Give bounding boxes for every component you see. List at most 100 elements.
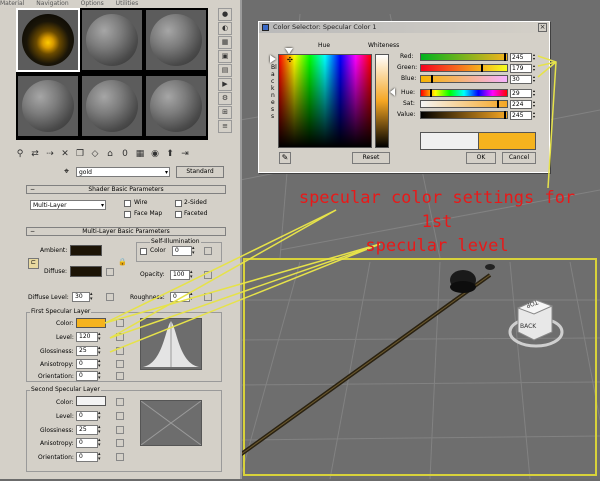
first-specular-level-map-button[interactable]	[116, 333, 124, 341]
video-color-check-icon[interactable]: ▤	[218, 64, 232, 77]
pick-material-icon[interactable]: ⌖	[64, 167, 69, 177]
lock-icon[interactable]: ⊏	[28, 258, 39, 269]
slider-blue[interactable]	[420, 75, 508, 83]
roughness-map-button[interactable]	[204, 293, 212, 301]
opacity-spinner[interactable]: 100 ▴ ▾	[170, 270, 193, 280]
backlight-icon[interactable]: ◐	[218, 22, 232, 35]
slider-thumb[interactable]	[503, 53, 506, 61]
first-glossiness-map-button[interactable]	[116, 347, 124, 355]
second-anisotropy-spinner[interactable]: 0 ▴ ▾	[76, 438, 101, 448]
material-type-button[interactable]: Standard	[176, 166, 224, 178]
get-material-icon[interactable]: ⚲	[14, 148, 26, 160]
sample-type-icon[interactable]: ●	[218, 8, 232, 21]
material-slot-5[interactable]	[82, 76, 142, 136]
spinner-arrows-icon[interactable]: ▴ ▾	[190, 270, 196, 280]
material-slot-4[interactable]	[18, 76, 78, 136]
close-icon[interactable]: ×	[538, 23, 547, 32]
roughness-spinner[interactable]: 0 ▴ ▾	[170, 292, 193, 302]
spinner-arrows-icon[interactable]: ▴ ▾	[98, 332, 104, 342]
spinner-arrows-icon[interactable]: ▴ ▾	[533, 89, 538, 98]
second-anisotropy-map-button[interactable]	[116, 439, 124, 447]
spinner-arrows-icon[interactable]: ▴ ▾	[90, 292, 96, 302]
assign-to-selection-icon[interactable]: ⇢	[44, 148, 56, 160]
material-navigator-icon[interactable]: ≡	[218, 120, 232, 133]
lock-icon[interactable]: 🔒	[118, 258, 127, 266]
material-slot-3[interactable]	[146, 10, 206, 70]
first-glossiness-spinner[interactable]: 25 ▴ ▾	[76, 346, 101, 356]
hue-blackness-picker[interactable]: ✣	[278, 54, 372, 148]
material-id-icon[interactable]: 0	[119, 148, 131, 160]
material-slot-1[interactable]	[16, 8, 80, 72]
slider-value-green[interactable]: 179	[510, 64, 532, 73]
faceted-checkbox[interactable]	[175, 211, 182, 218]
diffuse-level-spinner[interactable]: 30 ▴ ▾	[72, 292, 93, 302]
self-illum-map-button[interactable]	[204, 247, 212, 255]
spinner-arrows-icon[interactable]: ▴ ▾	[98, 371, 104, 381]
second-glossiness-spinner[interactable]: 25 ▴ ▾	[76, 425, 101, 435]
diffuse-map-button[interactable]	[106, 268, 114, 276]
spinner-arrows-icon[interactable]: ▴ ▾	[533, 75, 538, 84]
chevron-down-icon[interactable]: ▾	[165, 168, 168, 177]
whiteness-pointer-icon[interactable]	[390, 88, 395, 96]
eyedropper-icon[interactable]: ✎	[279, 152, 291, 164]
first-specular-color-swatch[interactable]	[76, 318, 106, 328]
put-to-scene-icon[interactable]: ⇄	[29, 148, 41, 160]
second-orientation-map-button[interactable]	[116, 453, 124, 461]
spinner-arrows-icon[interactable]: ▴ ▾	[192, 246, 198, 256]
diffuse-level-map-button[interactable]	[106, 293, 114, 301]
uv-tiling-icon[interactable]: ▣	[218, 50, 232, 63]
reset-button[interactable]: Reset	[352, 152, 390, 164]
spinner-arrows-icon[interactable]: ▴ ▾	[98, 452, 104, 462]
make-preview-icon[interactable]: ▶	[218, 78, 232, 91]
first-anisotropy-map-button[interactable]	[116, 360, 124, 368]
second-specular-level-map-button[interactable]	[116, 412, 124, 420]
slider-hue[interactable]	[420, 89, 508, 97]
material-name-field[interactable]: gold ▾	[76, 167, 170, 177]
first-orientation-spinner[interactable]: 0 ▴ ▾	[76, 371, 101, 381]
slider-thumb[interactable]	[431, 75, 434, 83]
second-glossiness-map-button[interactable]	[116, 426, 124, 434]
spinner-arrows-icon[interactable]: ▴ ▾	[98, 359, 104, 369]
second-specular-color-map-button[interactable]	[116, 398, 124, 406]
diffuse-color-swatch[interactable]	[70, 266, 102, 277]
slider-value[interactable]	[420, 111, 508, 119]
whiteness-slider[interactable]	[375, 54, 389, 148]
shader-basic-parameters-rollout[interactable]: − Shader Basic Parameters	[26, 185, 226, 194]
put-to-library-icon[interactable]: ⌂	[104, 148, 116, 160]
menu-utilities[interactable]: Utilities	[116, 0, 139, 7]
menu-material[interactable]: Material	[0, 0, 24, 7]
first-specular-level-spinner[interactable]: 120 ▴ ▾	[76, 332, 101, 342]
material-slot-2[interactable]	[82, 10, 142, 70]
wire-checkbox[interactable]	[124, 200, 131, 207]
go-to-parent-icon[interactable]: ⬆	[164, 148, 176, 160]
multilayer-basic-parameters-rollout[interactable]: − Multi-Layer Basic Parameters	[26, 227, 226, 236]
spinner-arrows-icon[interactable]: ▴ ▾	[533, 111, 538, 120]
show-map-icon[interactable]: ▦	[134, 148, 146, 160]
make-unique-icon[interactable]: ◇	[89, 148, 101, 160]
spinner-arrows-icon[interactable]: ▴ ▾	[533, 64, 538, 73]
slider-value-value[interactable]: 245	[510, 111, 532, 120]
second-orientation-spinner[interactable]: 0 ▴ ▾	[76, 452, 101, 462]
slider-green[interactable]	[420, 64, 508, 72]
slider-value-blue[interactable]: 30	[510, 75, 532, 84]
material-slot-6[interactable]	[146, 76, 206, 136]
ambient-color-swatch[interactable]	[70, 245, 102, 256]
spinner-arrows-icon[interactable]: ▴ ▾	[533, 53, 538, 62]
spinner-arrows-icon[interactable]: ▴ ▾	[98, 346, 104, 356]
spinner-arrows-icon[interactable]: ▴ ▾	[533, 100, 538, 109]
slider-value-hue[interactable]: 29	[510, 89, 532, 98]
reset-map-icon[interactable]: ✕	[59, 148, 71, 160]
spinner-arrows-icon[interactable]: ▴ ▾	[98, 438, 104, 448]
first-specular-color-map-button[interactable]	[116, 319, 124, 327]
show-end-result-icon[interactable]: ◉	[149, 148, 161, 160]
two-sided-checkbox[interactable]	[175, 200, 182, 207]
spinner-arrows-icon[interactable]: ▴ ▾	[98, 411, 104, 421]
first-orientation-map-button[interactable]	[116, 372, 124, 380]
slider-value-red[interactable]: 245	[510, 53, 532, 62]
go-forward-sibling-icon[interactable]: ⇥	[179, 148, 191, 160]
slider-thumb[interactable]	[481, 64, 484, 72]
shader-type-dropdown[interactable]: Multi-Layer ▾	[30, 200, 106, 210]
second-specular-color-swatch[interactable]	[76, 396, 106, 406]
face-map-checkbox[interactable]	[124, 211, 131, 218]
slider-value-sat[interactable]: 224	[510, 100, 532, 109]
